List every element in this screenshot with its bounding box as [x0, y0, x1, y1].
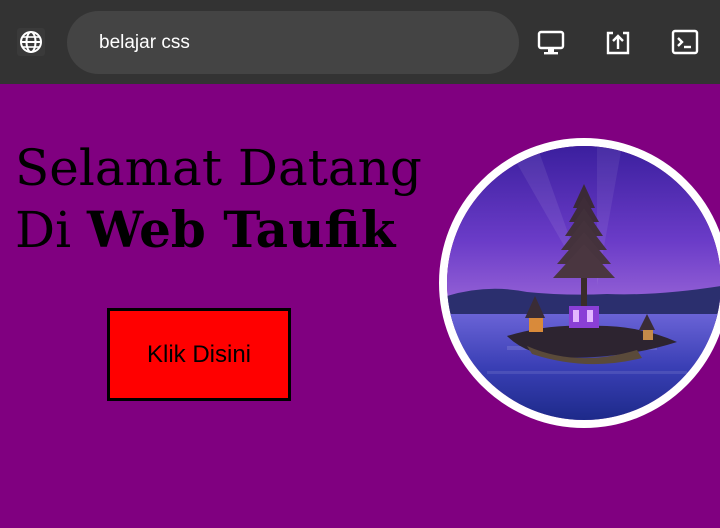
- terminal-icon[interactable]: [670, 27, 700, 57]
- button-label: Klik Disini: [146, 340, 251, 368]
- share-upload-icon[interactable]: [603, 27, 633, 57]
- heading-di: Di: [15, 201, 72, 259]
- heading-line-1: Selamat Datang: [15, 139, 422, 197]
- globe-icon[interactable]: [17, 28, 45, 56]
- address-bar[interactable]: belajar css: [67, 11, 519, 74]
- hero-image: [439, 138, 720, 428]
- desktop-icon[interactable]: [536, 27, 566, 57]
- heading-site-name: Web Taufik: [87, 200, 396, 259]
- klik-disini-button[interactable]: Klik Disini: [107, 308, 291, 401]
- address-text: belajar css: [99, 31, 190, 53]
- browser-toolbar: belajar css: [0, 0, 720, 84]
- temple-lake-photo: [447, 146, 720, 420]
- welcome-heading: Selamat Datang Di Web Taufik: [15, 138, 422, 261]
